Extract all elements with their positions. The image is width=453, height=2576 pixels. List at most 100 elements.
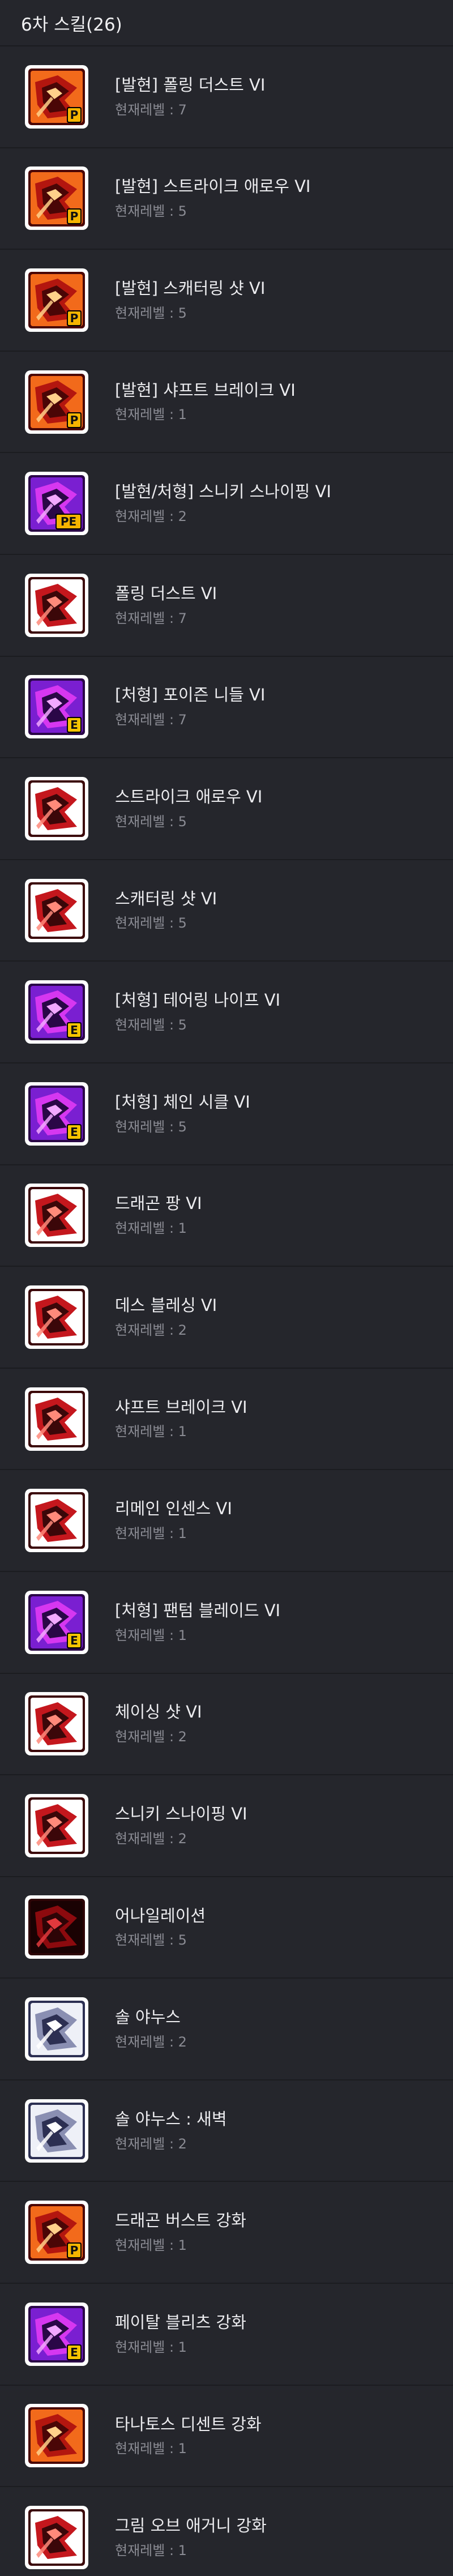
skill-badge: E <box>70 1023 78 1037</box>
skill-name: 그림 오브 애거니 강화 <box>115 2516 267 2536</box>
skill-name: [처형] 팬텀 블레이드 VI <box>115 1600 281 1620</box>
skill-name: 스트라이크 애로우 VI <box>115 787 263 807</box>
skill-level: 현재레벨 : 5 <box>115 915 187 932</box>
skill-level: 현재레벨 : 5 <box>115 1017 187 1033</box>
skill-row[interactable]: P [발현] 샤프트 브레이크 VI 현재레벨 : 1 <box>0 352 453 454</box>
skill-level: 현재레벨 : 2 <box>115 1830 187 1847</box>
skill-name: [처형] 체인 시클 VI <box>115 1092 250 1112</box>
skill-name: [처형] 포이즌 니들 VI <box>115 685 266 705</box>
skill-badge: P <box>70 311 79 325</box>
skill-info: [처형] 포이즌 니들 VI 현재레벨 : 7 <box>115 685 265 728</box>
skill-badge: E <box>70 718 78 732</box>
skill-name: 어나일레이션 <box>115 1906 206 1925</box>
skill-row[interactable]: 스캐터링 샷 VI 현재레벨 : 5 <box>0 860 453 962</box>
chain-sickle-icon: E <box>25 1082 88 1146</box>
skill-name: 리메인 인센스 VI <box>115 1499 232 1519</box>
skill-info: [발현] 스트라이크 애로우 VI 현재레벨 : 5 <box>115 177 310 220</box>
skill-info: 어나일레이션현재레벨 : 5 <box>115 1906 206 1949</box>
skill-info: 체이싱 샷 VI 현재레벨 : 2 <box>115 1702 202 1745</box>
skill-badge: E <box>70 2346 78 2359</box>
skill-row[interactable]: E 페이탈 블리츠 강화 현재레벨 : 1 <box>0 2284 453 2386</box>
skill-badge: P <box>70 413 79 427</box>
skill-info: [발현] 스캐터링 샷 VI 현재레벨 : 5 <box>115 279 265 322</box>
remain-incense-icon <box>25 1489 88 1553</box>
skill-name: 스니키 스나이핑 VI <box>115 1804 247 1823</box>
skill-level: 현재레벨 : 5 <box>115 1118 187 1135</box>
skill-row[interactable]: 타나토스 디센트 강화 현재레벨 : 1 <box>0 2386 453 2488</box>
dragon-burst-boost-icon: P <box>25 2201 88 2265</box>
skill-name: [발현] 스트라이크 애로우 VI <box>115 177 311 196</box>
skill-level: 현재레벨 : 5 <box>115 813 187 830</box>
skill-row[interactable]: 드래곤 팡 VI 현재레벨 : 1 <box>0 1165 453 1267</box>
skill-row[interactable]: 스니키 스나이핑 VI 현재레벨 : 2 <box>0 1775 453 1877</box>
skill-name: 데스 블레싱 VI <box>115 1296 217 1315</box>
strike-arrow-origin-icon: P <box>25 166 88 230</box>
fatal-blitz-boost-icon: E <box>25 2302 88 2366</box>
sneaky-sniping-origin-icon: PE <box>25 472 88 536</box>
skill-info: 타나토스 디센트 강화 현재레벨 : 1 <box>115 2415 262 2458</box>
skill-info: 그림 오브 애거니 강화현재레벨 : 1 <box>115 2516 267 2559</box>
skill-row[interactable]: P [발현] 스트라이크 애로우 VI 현재레벨 : 5 <box>0 148 453 250</box>
skill-level: 현재레벨 : 1 <box>115 2542 187 2558</box>
skill-row[interactable]: P [발현] 폴링 더스트 VI 현재레벨 : 7 <box>0 46 453 148</box>
skill-row[interactable]: PE [발현/처형] 스니키 스나이핑 VI 현재레벨 : 2 <box>0 453 453 555</box>
skill-info: 데스 블레싱 VI 현재레벨 : 2 <box>115 1296 217 1339</box>
skill-name: [처형] 테어링 나이프 VI <box>115 990 281 1010</box>
skill-info: 솔 야누스현재레벨 : 2 <box>115 2007 187 2050</box>
skill-level: 현재레벨 : 2 <box>115 2034 187 2050</box>
skill-row[interactable]: 솔 야누스 : 새벽 현재레벨 : 2 <box>0 2081 453 2182</box>
thanatos-descent-boost-icon <box>25 2404 88 2468</box>
skill-row[interactable]: E [처형] 팬텀 블레이드 VI 현재레벨 : 1 <box>0 1572 453 1674</box>
skill-level: 현재레벨 : 7 <box>115 712 187 728</box>
falling-dust-icon <box>25 573 88 637</box>
grim-of-agony-boost-icon <box>25 2506 88 2570</box>
skill-info: 드래곤 버스트 강화 현재레벨 : 1 <box>115 2211 246 2254</box>
skill-level: 현재레벨 : 1 <box>115 1220 187 1237</box>
skill-info: 스캐터링 샷 VI 현재레벨 : 5 <box>115 889 217 932</box>
skill-row[interactable]: 그림 오브 애거니 강화현재레벨 : 1 <box>0 2487 453 2576</box>
shaft-break-icon <box>25 1387 88 1451</box>
skill-level: 현재레벨 : 5 <box>115 1932 187 1949</box>
skill-name: 솔 야누스 <box>115 2007 181 2027</box>
skill-row[interactable]: 샤프트 브레이크 VI 현재레벨 : 1 <box>0 1369 453 1471</box>
skill-name: 샤프트 브레이크 VI <box>115 1397 247 1417</box>
skill-level: 현재레벨 : 5 <box>115 305 187 321</box>
skill-badge: P <box>70 210 79 223</box>
skill-info: [발현] 폴링 더스트 VI 현재레벨 : 7 <box>115 75 265 118</box>
skill-info: 리메인 인센스 VI 현재레벨 : 1 <box>115 1499 232 1542</box>
skill-name: [발현] 폴링 더스트 VI <box>115 75 266 95</box>
skill-row[interactable]: 폴링 더스트 VI 현재레벨 : 7 <box>0 555 453 657</box>
skill-row[interactable]: 어나일레이션현재레벨 : 5 <box>0 1877 453 1979</box>
death-blessing-icon <box>25 1285 88 1349</box>
sol-janus-icon <box>25 1997 88 2061</box>
scattering-shot-origin-icon: P <box>25 268 88 332</box>
skill-badge: E <box>70 1125 78 1139</box>
skill-row[interactable]: 리메인 인센스 VI 현재레벨 : 1 <box>0 1470 453 1572</box>
skill-row[interactable]: 솔 야누스현재레벨 : 2 <box>0 1979 453 2081</box>
poison-needle-icon: E <box>25 675 88 739</box>
skill-name: 드래곤 팡 VI <box>115 1194 202 1214</box>
falling-dust-origin-icon: P <box>25 65 88 129</box>
skill-level: 현재레벨 : 2 <box>115 509 187 525</box>
skill-info: 샤프트 브레이크 VI 현재레벨 : 1 <box>115 1398 247 1441</box>
skill-level: 현재레벨 : 1 <box>115 1627 187 1643</box>
skill-name: 체이싱 샷 VI <box>115 1702 202 1722</box>
skill-row[interactable]: 스트라이크 애로우 VI 현재레벨 : 5 <box>0 758 453 860</box>
skill-row[interactable]: E [처형] 테어링 나이프 VI 현재레벨 : 5 <box>0 962 453 1063</box>
skill-name: 페이탈 블리츠 강화 <box>115 2312 246 2332</box>
skill-info: 스트라이크 애로우 VI 현재레벨 : 5 <box>115 787 262 830</box>
strike-arrow-icon <box>25 776 88 840</box>
tearing-knife-icon: E <box>25 980 88 1044</box>
skill-row[interactable]: E [처형] 체인 시클 VI 현재레벨 : 5 <box>0 1063 453 1165</box>
skill-row[interactable]: P 드래곤 버스트 강화 현재레벨 : 1 <box>0 2182 453 2284</box>
skill-row[interactable]: 데스 블레싱 VI 현재레벨 : 2 <box>0 1267 453 1369</box>
skill-level: 현재레벨 : 2 <box>115 1729 187 1745</box>
skill-name: 드래곤 버스트 강화 <box>115 2211 246 2231</box>
skill-level: 현재레벨 : 1 <box>115 1424 187 1440</box>
skill-name: 폴링 더스트 VI <box>115 583 217 603</box>
sneaky-sniping-icon <box>25 1793 88 1857</box>
skill-row[interactable]: E [처형] 포이즌 니들 VI 현재레벨 : 7 <box>0 657 453 759</box>
skill-row[interactable]: P [발현] 스캐터링 샷 VI 현재레벨 : 5 <box>0 250 453 352</box>
skill-info: 드래곤 팡 VI 현재레벨 : 1 <box>115 1194 202 1237</box>
skill-row[interactable]: 체이싱 샷 VI 현재레벨 : 2 <box>0 1674 453 1776</box>
